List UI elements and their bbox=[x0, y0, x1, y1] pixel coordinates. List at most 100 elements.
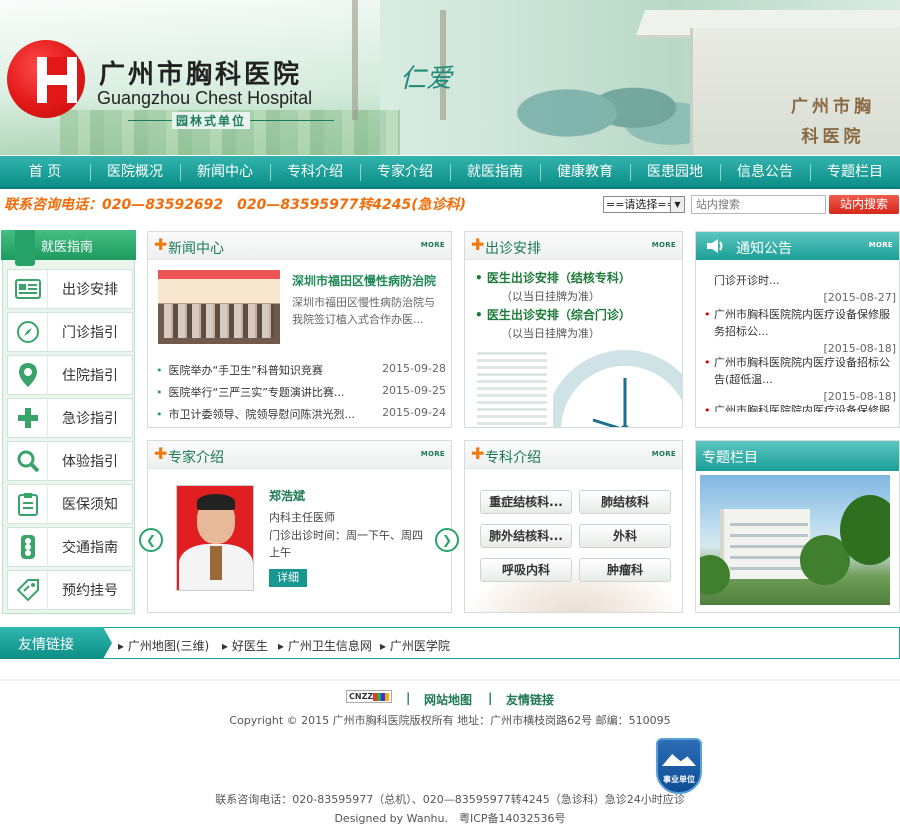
friend-link-good-doctor[interactable]: ▸ 好医生 bbox=[222, 637, 268, 654]
bullet-icon: • bbox=[156, 386, 163, 399]
footer-separator: | bbox=[488, 691, 493, 705]
news-list-item[interactable]: • 医院举行“三严三实”专题演讲比赛... 2015-09-25 bbox=[156, 384, 446, 400]
compass-icon bbox=[8, 313, 48, 351]
news-featured-image[interactable] bbox=[158, 270, 280, 344]
notice-item[interactable]: • 广州市胸科医院院内医疗设备招标公告(超低温... [2015-08-18] bbox=[704, 354, 896, 405]
nav-experts[interactable]: 专家介绍 bbox=[360, 156, 450, 189]
footer-friend-links-link[interactable]: 友情链接 bbox=[506, 691, 554, 708]
hotline-text: 联系咨询电话：020—83592692 020—83595977转4245(急诊… bbox=[4, 197, 467, 213]
sidebar-item-checkup[interactable]: 体验指引 bbox=[7, 441, 133, 481]
clinic-item-note: （以当日挂牌为准） bbox=[501, 327, 600, 340]
dept-button[interactable]: 肺结核科 bbox=[579, 490, 671, 514]
search-button[interactable]: 站内搜索 bbox=[829, 195, 899, 214]
sidebar-item-label: 出诊安排 bbox=[62, 282, 118, 298]
footer-separator: | bbox=[406, 691, 411, 705]
friend-link-health-info[interactable]: ▸ 广州卫生信息网 bbox=[278, 637, 372, 654]
nav-departments[interactable]: 专科介绍 bbox=[270, 156, 360, 189]
expert-next-arrow-icon[interactable]: ❯ bbox=[435, 528, 459, 552]
nav-topics[interactable]: 专题栏目 bbox=[810, 156, 900, 189]
nav-health-education[interactable]: 健康教育 bbox=[540, 156, 630, 189]
sidebar-item-insurance[interactable]: 医保须知 bbox=[7, 484, 133, 524]
expert-prev-arrow-icon[interactable]: ❮ bbox=[139, 528, 163, 552]
bullet-icon: • bbox=[156, 408, 163, 421]
news-list-item[interactable]: • 医院举办“手卫生”科普知识竞赛 2015-09-28 bbox=[156, 362, 446, 378]
notice-date: [2015-08-27] bbox=[823, 291, 896, 304]
sidebar-item-inpatient[interactable]: 住院指引 bbox=[7, 355, 133, 395]
news-featured-title[interactable]: 深圳市福田区慢性病防治院 bbox=[292, 272, 436, 289]
header-banner: 广州市胸科医院 广州市胸科医院 Guangzhou Chest Hospital… bbox=[0, 0, 900, 155]
sidebar-item-label: 体验指引 bbox=[62, 454, 118, 470]
expert-detail-button[interactable]: 详细 bbox=[269, 569, 307, 587]
sidebar-item-label: 门诊指引 bbox=[62, 325, 118, 341]
nav-patient-garden[interactable]: 医患园地 bbox=[630, 156, 720, 189]
tag-icon bbox=[8, 571, 48, 609]
dept-panel-title: 专科介绍 bbox=[485, 450, 541, 466]
expert-photo[interactable] bbox=[176, 485, 254, 591]
expert-name[interactable]: 郑浩斌 bbox=[269, 487, 305, 504]
bullet-icon: • bbox=[704, 404, 711, 412]
clinic-more-link[interactable]: MORE bbox=[652, 241, 676, 249]
sidebar-item-emergency[interactable]: 急诊指引 bbox=[7, 398, 133, 438]
dept-button[interactable]: 呼吸内科 bbox=[480, 558, 572, 582]
dept-more-link[interactable]: MORE bbox=[652, 450, 676, 458]
calendar-decoration bbox=[477, 352, 547, 427]
banner-medical-staff-image bbox=[510, 50, 700, 155]
hospital-logo-icon[interactable] bbox=[7, 40, 85, 118]
public-institution-badge-icon[interactable]: 事业单位 bbox=[656, 738, 702, 794]
notice-panel-header: 通知公告 MORE bbox=[696, 232, 899, 260]
sidebar-item-traffic[interactable]: 交通指南 bbox=[7, 527, 133, 567]
sidebar-item-outpatient[interactable]: 门诊指引 bbox=[7, 312, 133, 352]
search-category-select[interactable]: ==请选择== ▼ bbox=[603, 196, 685, 213]
designed-by-text: Designed by Wanhu. 粤ICP备14032536号 bbox=[334, 812, 566, 825]
clinic-item-general[interactable]: • 医生出诊安排（综合门诊） bbox=[475, 306, 631, 323]
notice-item[interactable]: 门诊开诊时... [2015-08-27] bbox=[704, 272, 896, 306]
friend-link-medical-college[interactable]: ▸ 广州医学院 bbox=[380, 637, 450, 654]
tagline: 园林式单位 bbox=[172, 112, 251, 129]
expert-more-link[interactable]: MORE bbox=[421, 450, 445, 458]
nav-about[interactable]: 医院概况 bbox=[90, 156, 180, 189]
news-date: 2015-09-24 bbox=[382, 406, 446, 419]
dept-button[interactable]: 肿瘤科 bbox=[579, 558, 671, 582]
sidebar-item-label: 医保须知 bbox=[62, 497, 118, 513]
guide-sidebar: 就医指南 出诊安排 门诊指引 住院指引 急诊指引 体验指引 医保须知 交通指南 … bbox=[1, 230, 136, 614]
news-list-item[interactable]: • 市卫计委领导、院领导慰问陈洪光烈... 2015-09-24 bbox=[156, 406, 446, 422]
friend-link-map[interactable]: ▸ 广州地图(三维) bbox=[118, 637, 209, 654]
expert-role: 内科主任医师 bbox=[269, 511, 335, 524]
notice-more-link[interactable]: MORE bbox=[869, 241, 893, 249]
notice-item[interactable]: • 广州市胸科医院院内医疗设备保修服务招标公... [2015-08-18] bbox=[704, 306, 896, 357]
location-pin-icon bbox=[8, 356, 48, 394]
news-date: 2015-09-25 bbox=[382, 384, 446, 397]
bullet-icon: • bbox=[156, 364, 163, 377]
plus-icon: ✚ bbox=[471, 444, 485, 463]
search-input[interactable] bbox=[691, 195, 826, 214]
bullet-icon: • bbox=[704, 308, 711, 321]
sidebar-item-label: 交通指南 bbox=[62, 540, 118, 556]
search-select-value: ==请选择== bbox=[606, 198, 676, 211]
hospital-name-cn: 广州市胸科医院 bbox=[99, 60, 303, 90]
nav-announcements[interactable]: 信息公告 bbox=[720, 156, 810, 189]
news-panel-title: 新闻中心 bbox=[168, 241, 224, 257]
sidebar-title: 就医指南 bbox=[41, 240, 94, 255]
cnzz-stat-badge[interactable]: CNZZ bbox=[346, 690, 392, 703]
friend-links-header: 友情链接 bbox=[0, 627, 112, 659]
sidebar-item-label: 住院指引 bbox=[62, 368, 118, 384]
traffic-light-icon bbox=[8, 528, 48, 566]
palm-tree-image bbox=[352, 0, 358, 120]
clinic-panel-title: 出诊安排 bbox=[485, 241, 541, 257]
news-more-link[interactable]: MORE bbox=[421, 241, 445, 249]
footer-sitemap-link[interactable]: 网站地图 bbox=[424, 691, 472, 708]
sidebar-item-appointment[interactable]: 预约挂号 bbox=[7, 570, 133, 610]
clinic-item-tb[interactable]: • 医生出诊安排（结核专科） bbox=[475, 269, 631, 286]
nav-home[interactable]: 首 页 bbox=[0, 156, 90, 189]
notice-item[interactable]: • 广州市胸科医院院内医疗设备保修服 bbox=[704, 402, 896, 412]
dept-button[interactable]: 外科 bbox=[579, 524, 671, 548]
nav-news[interactable]: 新闻中心 bbox=[180, 156, 270, 189]
dept-button[interactable]: 重症结核科... bbox=[480, 490, 572, 514]
feature-building-image[interactable] bbox=[700, 475, 890, 605]
clinic-panel-header: ✚ 出诊安排 MORE bbox=[465, 232, 682, 260]
dept-button[interactable]: 肺外结核科... bbox=[480, 524, 572, 548]
sidebar-item-schedule[interactable]: 出诊安排 bbox=[7, 269, 133, 309]
slogan: 仁爱 bbox=[400, 64, 453, 94]
nav-guide[interactable]: 就医指南 bbox=[450, 156, 540, 189]
expert-panel-header: ✚ 专家介绍 MORE bbox=[148, 441, 451, 469]
